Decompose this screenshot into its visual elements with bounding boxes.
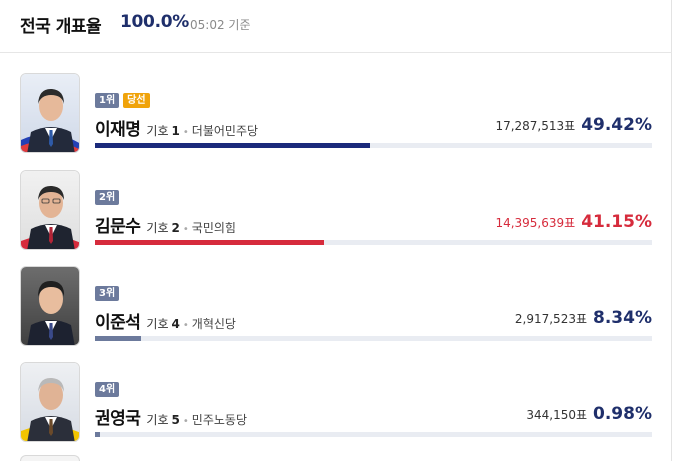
candidate-row-4[interactable]: 4위 권영국 기호 5 • 민주노동당 344,150표 0.98% [0,362,672,458]
candidate-name[interactable]: 김문수 [95,212,141,237]
ballot-number-label: 기호 [146,413,169,427]
rank-badge: 2위 [95,190,120,205]
candidate-name[interactable]: 이재명 [95,115,141,140]
update-time-suffix: 기준 [228,18,251,32]
badge-group: 3위 [95,286,120,301]
candidate-info: 권영국 기호 5 • 민주노동당 [95,404,247,429]
vote-result: 2,917,523표 8.34% [515,308,652,330]
elected-badge: 당선 [123,93,150,108]
vote-percent: 0.98% [593,404,652,424]
rank-badge: 3위 [95,286,120,301]
vote-share-fill [95,432,101,437]
vote-percent: 49.42% [581,115,652,135]
ballot-number-label: 기호 [146,317,169,331]
candidate-info: 이준석 기호 4 • 개혁신당 [95,308,236,333]
vote-count: 14,395,639표 [495,216,576,230]
vote-result: 17,287,513표 49.42% [495,115,652,137]
ballot-number-label: 기호 [146,124,169,138]
badge-group: 2위 [95,190,120,205]
candidate-info: 김문수 기호 2 • 국민의힘 [95,212,236,237]
candidate-photo[interactable] [20,266,80,346]
ballot-number-label: 기호 [146,221,169,235]
ballot-number: 4 [171,317,180,331]
vote-share-fill [95,143,371,148]
party-name: 개혁신당 [191,317,236,331]
separator-dot: • [182,224,189,235]
candidate-row-3[interactable]: 3위 이준석 기호 4 • 개혁신당 2,917,523표 8.34% [0,266,672,362]
vote-percent: 41.15% [581,212,652,232]
header-title: 전국 개표율 [20,17,102,37]
update-time: 05:02 기준 [190,16,251,33]
ballot-number: 5 [171,413,180,427]
candidate-photo[interactable] [20,170,80,250]
badge-group: 4위 [95,382,120,397]
ballot-number: 1 [171,124,180,138]
vote-share-bar [95,143,652,148]
separator-dot: • [182,127,189,138]
party-name: 민주노동당 [191,413,247,427]
vote-result: 344,150표 0.98% [526,404,652,426]
panel-header: 전국 개표율 100.0% 05:02 기준 [0,0,672,53]
next-candidate-photo [20,455,80,461]
vote-count: 2,917,523표 [514,312,588,326]
vote-share-bar [95,336,652,341]
candidate-row-2[interactable]: 2위 김문수 기호 2 • 국민의힘 14,395,639표 41.15% [0,170,672,266]
vote-share-fill [95,336,142,341]
vote-count: 344,150표 [526,408,588,422]
vote-percent: 8.34% [593,308,652,328]
candidate-name[interactable]: 권영국 [95,404,141,429]
vote-share-bar [95,432,652,437]
candidate-photo[interactable] [20,73,80,153]
party-name: 국민의힘 [191,221,236,235]
candidate-photo[interactable] [20,362,80,442]
vote-share-bar [95,240,652,245]
update-time-value: 05:02 [190,18,225,32]
candidate-info: 이재명 기호 1 • 더불어민주당 [95,115,259,140]
rank-badge: 4위 [95,382,120,397]
vote-share-fill [95,240,325,245]
rank-badge: 1위 [95,93,120,108]
separator-dot: • [182,416,189,427]
party-name: 더불어민주당 [191,124,259,138]
badge-group: 1위 당선 [95,93,150,108]
vote-result: 14,395,639표 41.15% [495,212,652,234]
candidate-name[interactable]: 이준석 [95,308,141,333]
election-panel: 전국 개표율 100.0% 05:02 기준 1위 당선 이재명 기호 1 • … [0,0,672,461]
vote-count: 17,287,513표 [495,119,576,133]
separator-dot: • [182,320,189,331]
candidate-row-1[interactable]: 1위 당선 이재명 기호 1 • 더불어민주당 17,287,513표 49.4… [0,73,672,169]
count-rate: 100.0% [120,12,190,32]
ballot-number: 2 [171,221,180,235]
